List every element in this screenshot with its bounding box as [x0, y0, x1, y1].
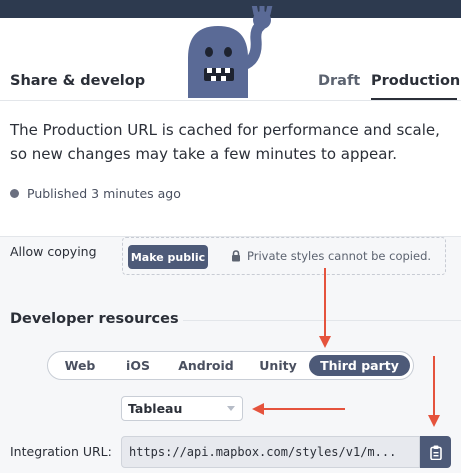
- third-party-select-value: Tableau: [128, 401, 183, 416]
- published-status: Published 3 minutes ago: [10, 185, 181, 201]
- private-styles-note: Private styles cannot be copied.: [247, 249, 432, 263]
- chevron-down-icon: [227, 406, 235, 411]
- lock-icon: [232, 250, 240, 262]
- clipboard-icon: [429, 445, 442, 460]
- developer-resources-heading: Developer resources: [10, 311, 179, 327]
- published-status-text: Published 3 minutes ago: [27, 185, 181, 201]
- status-dot-icon: [10, 188, 19, 198]
- integration-url-label: Integration URL:: [10, 444, 112, 459]
- developer-resources-divider: [183, 320, 461, 321]
- tab-draft[interactable]: Draft: [318, 73, 360, 89]
- tab-android[interactable]: Android: [172, 355, 240, 376]
- integration-url-field[interactable]: [121, 436, 420, 468]
- header-divider: [0, 100, 461, 101]
- copy-url-button[interactable]: [420, 436, 451, 468]
- tab-unity[interactable]: Unity: [252, 355, 304, 376]
- tab-web[interactable]: Web: [58, 355, 102, 376]
- tab-production[interactable]: Production: [371, 73, 460, 89]
- allow-copying-label: Allow copying: [10, 244, 97, 259]
- panel-title: Share & develop: [10, 73, 146, 89]
- tab-third-party[interactable]: Third party: [309, 355, 410, 376]
- mascot-illustration: [188, 6, 273, 98]
- make-public-button[interactable]: Make public: [128, 245, 208, 269]
- production-url-description: The Production URL is cached for perform…: [10, 121, 440, 163]
- tab-ios[interactable]: iOS: [118, 355, 158, 376]
